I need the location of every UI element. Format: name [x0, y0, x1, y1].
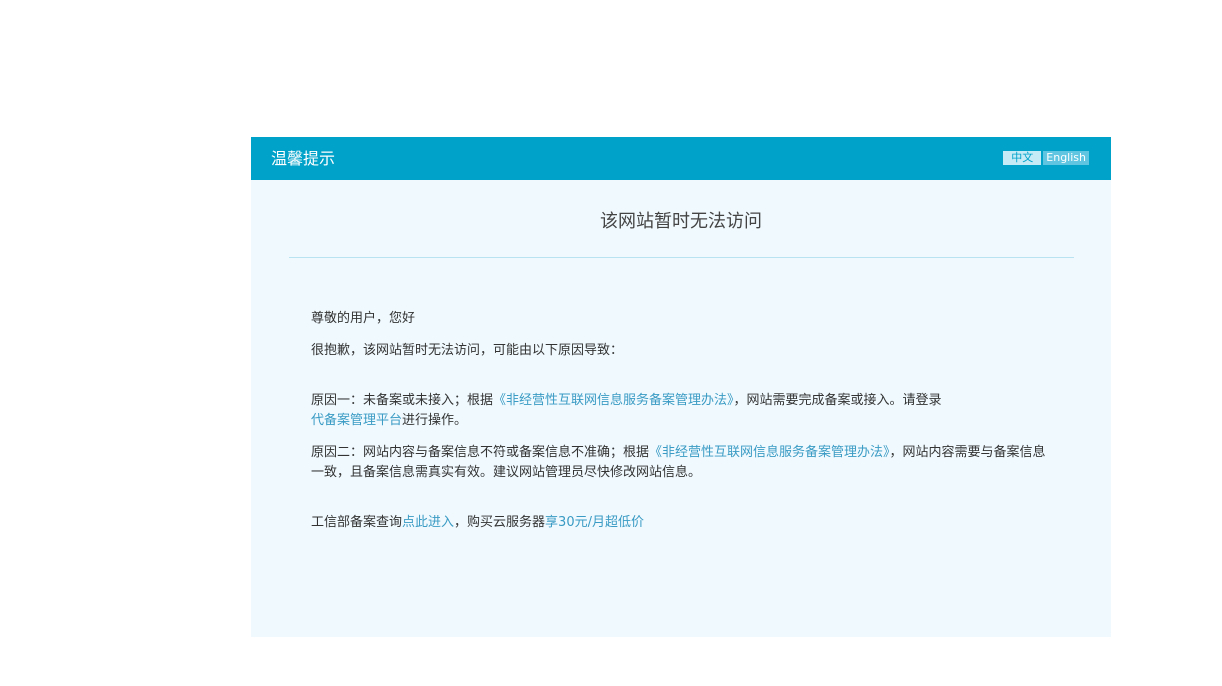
message-content: 尊敬的用户，您好 很抱歉，该网站暂时无法访问，可能由以下原因导致： 原因一：未备…	[311, 309, 1051, 533]
lang-english-button[interactable]: English	[1043, 151, 1089, 165]
reason-one-suffix: 进行操作。	[402, 413, 468, 428]
regulation-link-2[interactable]: 《非经营性互联网信息服务备案管理办法》	[649, 445, 890, 460]
reason-one-middle: ，网站需要完成备案或接入。请登录	[733, 393, 942, 408]
language-switch: 中文 English	[1003, 151, 1089, 165]
footer-prefix: 工信部备案查询	[311, 515, 403, 530]
footer-line: 工信部备案查询点此进入，购买云服务器享30元/月超低价	[311, 513, 1051, 533]
lang-chinese-button[interactable]: 中文	[1003, 151, 1042, 165]
divider	[289, 257, 1074, 258]
filing-platform-link[interactable]: 代备案管理平台	[311, 413, 402, 428]
apology-text: 很抱歉，该网站暂时无法访问，可能由以下原因导致：	[311, 343, 624, 358]
header-bar: 温馨提示 中文 English	[251, 137, 1111, 180]
miit-query-link[interactable]: 点此进入	[402, 515, 454, 530]
reason-one-prefix: 原因一：未备案或未接入；根据	[311, 393, 494, 408]
reason-two-prefix: 原因二：网站内容与备案信息不符或备案信息不准确；根据	[311, 445, 650, 460]
reason-one: 原因一：未备案或未接入；根据《非经营性互联网信息服务备案管理办法》，网站需要完成…	[311, 391, 1051, 431]
notice-panel: 温馨提示 中文 English 该网站暂时无法访问 尊敬的用户，您好 很抱歉，该…	[251, 137, 1111, 637]
footer-middle: ，购买云服务器	[454, 515, 546, 530]
regulation-link[interactable]: 《非经营性互联网信息服务备案管理办法》	[493, 393, 734, 408]
greeting-text: 尊敬的用户，您好	[311, 311, 416, 326]
cloud-server-offer-link[interactable]: 享30元/月超低价	[545, 515, 644, 530]
header-title: 温馨提示	[271, 149, 336, 168]
page-title: 该网站暂时无法访问	[600, 211, 762, 232]
reason-two: 原因二：网站内容与备案信息不符或备案信息不准确；根据《非经营性互联网信息服务备案…	[311, 443, 1051, 483]
